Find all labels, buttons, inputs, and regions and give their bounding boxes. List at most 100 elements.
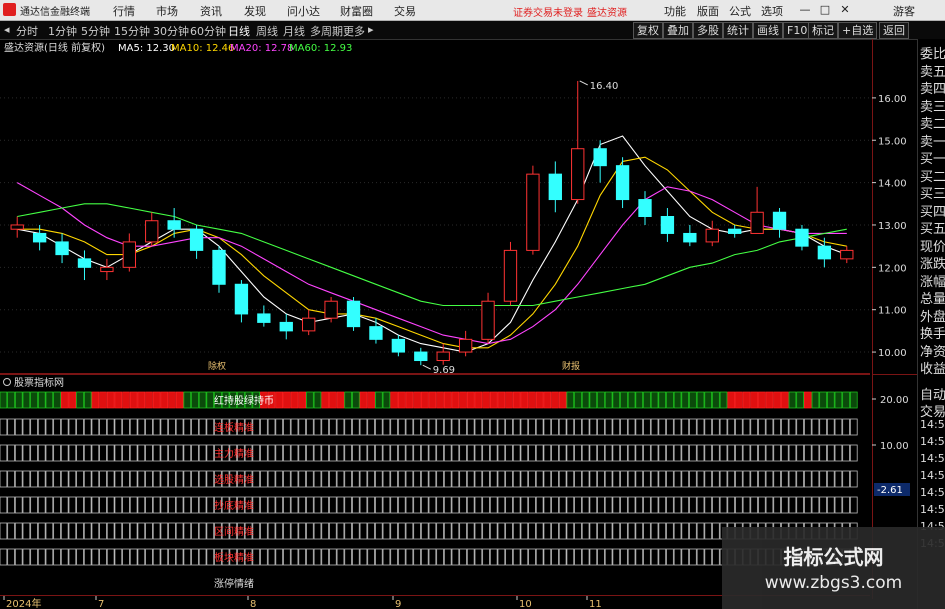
indicator-cell	[581, 496, 590, 514]
signal-cell	[681, 391, 690, 409]
toolbar-mark-button[interactable]: 标记	[808, 22, 838, 39]
signal-cell	[827, 391, 835, 409]
menu-functions[interactable]: 功能	[664, 3, 686, 19]
indicator-row-label: 区间精准	[214, 525, 254, 538]
menu-wealth-circle[interactable]: 财富圈	[340, 3, 373, 19]
toolbar-stats-button[interactable]: 统计	[723, 22, 753, 39]
indicator-cell	[489, 496, 498, 514]
indicator-cell	[7, 444, 15, 462]
indicator-cell	[267, 496, 276, 514]
period-chevron-icon[interactable]: ◂	[4, 23, 10, 36]
period-15min[interactable]: 15分钟	[114, 23, 150, 39]
toolbar-adjust-button[interactable]: 复权	[633, 22, 663, 39]
indicator-cell	[436, 418, 444, 436]
indicator-cell	[198, 418, 207, 436]
indicator-cell	[306, 548, 314, 566]
ma5-label: MA5: 12.30	[118, 43, 175, 54]
indicator-cell	[344, 522, 352, 540]
event-marker-report[interactable]: 财报	[562, 360, 580, 372]
side-field-label: 净资	[920, 344, 945, 360]
indicator-cell	[459, 496, 467, 514]
login-status[interactable]: 证券交易未登录	[513, 4, 583, 19]
toolbar-overlay-button[interactable]: 叠加	[663, 22, 693, 39]
period-60min[interactable]: 60分钟	[190, 23, 226, 39]
indicator-cell	[558, 444, 567, 462]
period-more[interactable]: 更多	[343, 23, 365, 39]
signal-cell	[336, 391, 345, 409]
indicator-cell	[451, 470, 460, 488]
user-label[interactable]: 游客	[893, 3, 915, 19]
period-daily[interactable]: 日线	[228, 23, 250, 39]
indicator-cell	[68, 418, 77, 436]
signal-cell	[60, 391, 69, 409]
indicator-cell	[191, 418, 199, 436]
period-monthly[interactable]: 月线	[283, 23, 305, 39]
close-icon[interactable]: ✕	[836, 2, 854, 17]
minimize-icon[interactable]: —	[796, 2, 814, 17]
promo-stock[interactable]: 盛达资源	[587, 4, 627, 19]
indicator-cell	[681, 444, 690, 462]
menu-discover[interactable]: 发现	[244, 3, 266, 19]
indicator-cell	[168, 418, 176, 436]
indicator-cell	[183, 522, 192, 540]
signal-cell	[520, 391, 529, 409]
indicator-cell	[68, 444, 77, 462]
indicator-cell	[834, 418, 843, 436]
indicator-cell	[367, 470, 375, 488]
indicator-cell	[298, 470, 307, 488]
menu-quotes[interactable]: 行情	[113, 3, 135, 19]
candle-body	[728, 228, 742, 234]
indicator-cell	[382, 418, 391, 436]
indicator-cell	[666, 548, 674, 566]
menu-assistant[interactable]: 问小达	[287, 3, 320, 19]
app-logo-icon	[3, 3, 16, 16]
indicator-cell	[780, 496, 789, 514]
menu-news[interactable]: 资讯	[200, 3, 222, 19]
indicator-cell	[267, 522, 276, 540]
period-multi[interactable]: 多周期	[310, 23, 343, 39]
more-chevron-icon[interactable]: ▸	[368, 23, 374, 36]
trade-time-label: 14:50	[920, 452, 945, 465]
period-1min[interactable]: 1分钟	[48, 23, 77, 39]
indicator-cell	[620, 522, 628, 540]
indicator-cell	[627, 444, 636, 462]
indicator-cell	[689, 522, 697, 540]
indicator-cell	[535, 496, 544, 514]
indicator-cell	[459, 470, 467, 488]
menu-trade[interactable]: 交易	[394, 3, 416, 19]
indicator-cell	[689, 496, 697, 514]
toolbar-back-button[interactable]: 返回	[879, 22, 909, 39]
period-weekly[interactable]: 周线	[256, 23, 278, 39]
indicator-cell	[22, 522, 31, 540]
indicator-cell	[0, 418, 8, 436]
toolbar-draw-button[interactable]: 画线	[753, 22, 783, 39]
period-5min[interactable]: 5分钟	[81, 23, 110, 39]
indicator-cell	[436, 522, 444, 540]
kline-chart[interactable]: 16.40 9.69 除权 财报 盛达资源(日线 前复权) MA5: 12.30 MA…	[0, 39, 870, 374]
menu-options[interactable]: 选项	[761, 3, 783, 19]
signal-cell	[535, 391, 544, 409]
period-intraday[interactable]: 分时	[16, 23, 38, 39]
event-marker-exrights[interactable]: 除权	[208, 360, 226, 372]
indicator-cell	[367, 496, 375, 514]
candle-body	[772, 211, 787, 230]
price-tick-label: 10.00	[878, 348, 907, 359]
indicator-row-label: 抄底精准	[214, 499, 254, 512]
indicator-cell	[666, 522, 674, 540]
signal-cell	[765, 391, 774, 409]
period-30min[interactable]: 30分钟	[153, 23, 189, 39]
menu-layout[interactable]: 版面	[697, 3, 719, 19]
maximize-icon[interactable]: □	[816, 2, 834, 17]
toolbar-multi-stock-button[interactable]: 多股	[693, 22, 723, 39]
indicator-cell	[482, 444, 490, 462]
indicator-cell	[405, 418, 414, 436]
indicator-settings-icon[interactable]	[3, 378, 11, 386]
watermark-title: 指标公式网	[783, 545, 884, 569]
menu-market[interactable]: 市场	[156, 3, 178, 19]
indicator-cell	[842, 470, 850, 488]
indicator-cell	[160, 496, 169, 514]
menu-formula[interactable]: 公式	[729, 3, 751, 19]
indicator-cell	[344, 470, 352, 488]
toolbar-watchlist-button[interactable]: +自选	[838, 22, 878, 39]
candle-body	[100, 266, 114, 273]
